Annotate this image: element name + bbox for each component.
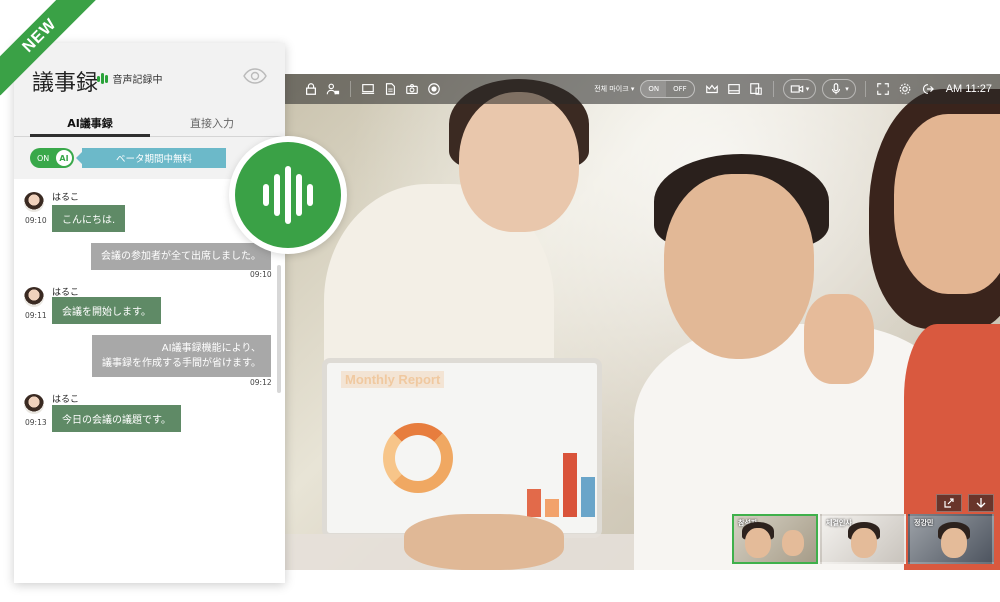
message-bubble-self: 会議の参加者が全て出席しました。 [91,243,271,270]
exit-icon[interactable] [916,78,938,100]
chat-transcript: はるこ 09:10 こんにちは. 会議の参加者が全て出席しました。 09:10 … [14,179,285,583]
message-bubble: 今日の会議の議題です。 [52,405,181,432]
mic-toggle-on[interactable]: ON [641,81,667,97]
message-bubble: こんにちは. [52,205,126,232]
message-line: AI議事録機能により、 [161,343,261,354]
laptop-screen: Monthly Report [322,358,602,538]
participant-woman2-face [894,114,1000,294]
popout-icon [944,498,954,508]
minutes-panel: 議事録 音声記録中 AI議事録 直接入力 ON AI ベータ期間中無料 はるこ … [14,43,285,583]
microphone-button[interactable]: ▾ [822,79,856,99]
document-icon[interactable] [379,78,401,100]
message-time: 09:13 [25,418,47,427]
laptop-bar [527,489,541,517]
recording-status-label: 音声記録中 [112,75,163,86]
record-icon[interactable] [423,78,445,100]
lock-icon[interactable] [300,78,322,100]
voice-recognition-badge [229,136,347,254]
participant-thumbnail[interactable]: 정강민 [908,514,994,564]
chevron-down-icon: ▾ [805,85,810,93]
ai-toggle-row: ON AI ベータ期間中無料 [30,147,226,169]
camera-button[interactable]: ▾ [782,79,817,99]
laptop-donut-chart [383,423,453,493]
ai-toggle-switch[interactable]: ON AI [30,148,74,168]
ai-toggle-state: ON [37,153,50,163]
arrow-down-icon [976,498,986,508]
participant-woman2-hand [804,294,874,384]
soundwave-icon [235,142,341,248]
mic-toggle-off[interactable]: OFF [666,81,694,97]
meeting-toolbar: 전체 마이크 ▾ ON OFF ▾ ▾ AM 11:27 [284,74,1000,104]
download-button[interactable] [968,494,994,512]
avatar [24,394,44,414]
panel-tabs: AI議事録 直接入力 [14,105,285,137]
message-bubble: 会議を開始します。 [52,297,161,324]
participant-woman-face [459,92,579,232]
message-time: 09:11 [25,311,47,320]
chat-scrollbar[interactable] [277,265,281,393]
avatar [24,192,44,212]
participant-hands [404,514,564,570]
message-time: 09:10 [25,216,47,225]
mic-mode-dropdown[interactable]: 전체 마이크 ▾ [594,84,634,94]
thumbnail-figure [745,528,771,558]
video-stage: Monthly Report 전체 마이크 ▾ ON OFF ▾ ▾ AM 11… [284,74,1000,570]
participant-thumbnail[interactable]: 체결인사 [820,514,906,564]
active-tab-indicator [30,134,150,137]
mic-toggle[interactable]: ON OFF [640,80,695,98]
thumbnail-figure [782,530,804,556]
thumbnail-name: 정강민 [914,519,934,527]
gear-icon[interactable] [894,78,916,100]
thumbnail-name: 체결인사 [826,519,852,527]
message-username: はるこ [52,193,80,203]
whiteboard-icon[interactable] [745,78,767,100]
toolbar-divider [350,81,351,97]
message-bubble-self: AI議事録機能により、 議事録を作成する手間が省けます。 [92,335,271,377]
screen-share-icon[interactable] [357,78,379,100]
laptop-report-title: Monthly Report [341,371,445,388]
toolbar-divider [772,81,774,97]
layout-icon[interactable] [723,78,745,100]
new-ribbon: NEW [0,0,100,100]
participant-thumbnail[interactable]: 참석자 [732,514,818,564]
participant-thumbnails: 참석자 체결인사 정강민 [732,514,996,564]
message-line: 議事録を作成する手間が省けます。 [102,358,261,369]
microphone-icon [832,83,841,95]
video-camera-icon [790,85,803,93]
message-username: はるこ [52,395,80,405]
beta-badge: ベータ期間中無料 [76,148,226,168]
tab-direct-input[interactable]: 直接入力 [152,115,272,131]
popout-button[interactable] [936,494,962,512]
eye-icon[interactable] [242,67,268,85]
laptop-bar [563,453,577,517]
new-ribbon-label: NEW [0,0,100,96]
host-crown-icon[interactable] [701,78,723,100]
toolbar-divider [864,81,866,97]
participants-lock-icon[interactable] [322,78,344,100]
message-time: 09:12 [250,378,272,387]
participant-man-face [664,174,814,359]
laptop-bar [545,499,559,517]
laptop-bar [581,477,595,517]
camera-capture-icon[interactable] [401,78,423,100]
thumbnail-figure [851,528,877,558]
message-time: 09:10 [250,270,272,279]
ai-toggle-knob: AI [56,150,72,166]
thumbnail-figure [941,528,967,558]
chevron-down-icon: ▾ [845,85,849,93]
clock: AM 11:27 [945,83,992,95]
recording-status: 音声記録中 [97,71,163,86]
tab-ai-minutes[interactable]: AI議事録 [30,115,150,131]
fullscreen-icon[interactable] [872,78,894,100]
avatar [24,287,44,307]
